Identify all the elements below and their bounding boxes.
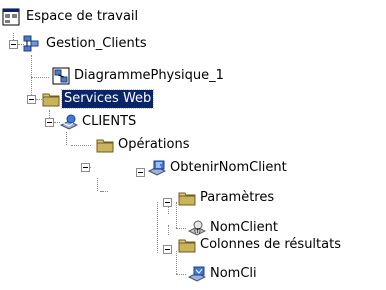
tree-node-clients[interactable]: CLIENTS — [60, 111, 210, 133]
tree-node-label: Espace de travail — [26, 9, 139, 24]
result-column-icon — [188, 265, 206, 283]
folder-icon — [42, 90, 60, 108]
tree-node-label: DiagrammePhysique_1 — [74, 68, 224, 83]
tree-connector — [176, 251, 177, 274]
collapse-toggle-operations[interactable] — [81, 163, 90, 172]
tree-connector — [100, 191, 104, 192]
folder-icon — [178, 189, 196, 207]
tree-node-label: Services Web — [60, 89, 155, 109]
tree-connector — [31, 77, 49, 78]
diagram-icon — [52, 67, 70, 85]
tree-connector — [176, 202, 177, 228]
collapse-toggle-services-web[interactable] — [27, 95, 36, 104]
tree-node-services-web[interactable]: Services Web — [42, 88, 202, 110]
web-service-icon — [60, 113, 78, 131]
workspace-icon — [2, 8, 20, 26]
tree-node-col-nomcli[interactable]: NomCli — [188, 263, 338, 285]
tree-connector — [176, 228, 186, 229]
tree-connector — [66, 132, 67, 145]
tree-node-diagramme[interactable]: DiagrammePhysique_1 — [52, 65, 252, 87]
collapse-toggle-clients[interactable] — [45, 118, 54, 127]
tree-node-label: CLIENTS — [82, 114, 137, 129]
tree-node-label: Gestion_Clients — [46, 36, 147, 51]
tree-connector — [97, 178, 98, 191]
tree-node-label: Paramètres — [200, 190, 275, 205]
operation-icon — [148, 159, 166, 177]
model-icon — [22, 35, 40, 53]
tree-node-parametres[interactable]: Paramètres — [178, 187, 338, 209]
collapse-toggle-gestion-clients[interactable] — [9, 40, 18, 49]
tree-node-colonnes[interactable]: Colonnes de résultats — [178, 234, 386, 256]
collapse-toggle-colonnes[interactable] — [163, 245, 172, 254]
tree-node-workspace[interactable]: Espace de travail — [2, 6, 182, 28]
tree-node-gestion-clients[interactable]: Gestion_Clients — [22, 33, 182, 55]
tree-node-label: Opérations — [118, 137, 190, 152]
collapse-toggle-obtenir[interactable] — [136, 168, 145, 177]
collapse-toggle-parametres[interactable] — [163, 198, 172, 207]
tree-node-label: ObtenirNomClient — [170, 160, 287, 175]
tree-node-label: NomCli — [210, 266, 257, 281]
tree-connector — [71, 145, 91, 146]
tree-node-operations[interactable]: Opérations — [96, 134, 246, 156]
folder-icon — [178, 236, 196, 254]
tree-node-label: Colonnes de résultats — [200, 237, 341, 252]
object-browser-tree: Espace de travail Gestion_Clients Diagra… — [0, 0, 386, 290]
folder-icon — [96, 136, 114, 154]
tree-node-obtenir[interactable]: ObtenirNomClient — [148, 157, 348, 179]
tree-connector — [176, 274, 186, 275]
tree-connector — [157, 202, 158, 253]
tree-connector — [168, 225, 169, 235]
